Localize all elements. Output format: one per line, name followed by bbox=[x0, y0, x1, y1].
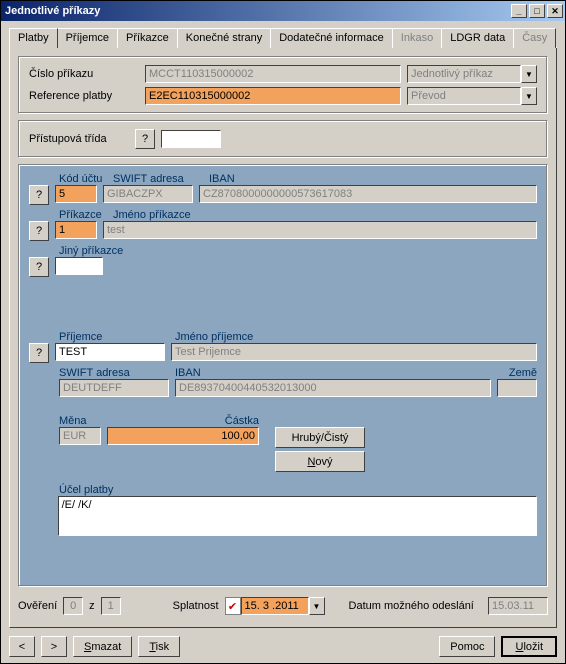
castka-field[interactable] bbox=[107, 427, 259, 445]
zeme-label: Země bbox=[509, 367, 537, 379]
tab-dodatecne[interactable]: Dodatečné informace bbox=[270, 28, 393, 48]
splatnost-picker[interactable]: ✔ 15. 3 .2011 ▼ bbox=[225, 597, 325, 615]
chevron-down-icon[interactable]: ▼ bbox=[521, 65, 537, 83]
tab-platby[interactable]: Platby bbox=[9, 28, 58, 48]
splatnost-label: Splatnost bbox=[173, 600, 219, 612]
iban2-field: DE89370400440532013000 bbox=[175, 379, 491, 397]
access-group: Přístupová třída ? bbox=[18, 120, 548, 158]
help-button-access[interactable]: ? bbox=[135, 129, 155, 149]
jmeno-prijemce-label: Jméno příjemce bbox=[175, 331, 253, 343]
typ-prikazu-value: Jednotlivý příkaz bbox=[407, 65, 521, 83]
tabstrip: Platby Příjemce Příkazce Konečné strany … bbox=[9, 27, 557, 48]
jiny-prikazce-field[interactable] bbox=[55, 257, 103, 275]
prikazce-field[interactable]: 1 bbox=[55, 221, 97, 239]
overeni-a: 0 bbox=[63, 597, 83, 615]
ucel-platby-field[interactable]: /E/ /K/ bbox=[58, 496, 537, 536]
pristupova-trida-label: Přístupová třída bbox=[29, 133, 129, 145]
mena-field: EUR bbox=[59, 427, 101, 445]
help-button-jiny-prikazce[interactable]: ? bbox=[29, 257, 49, 277]
titlebar: Jednotlivé příkazy _ □ ✕ bbox=[1, 1, 565, 21]
zeme-field bbox=[497, 379, 537, 397]
chevron-down-icon[interactable]: ▼ bbox=[521, 87, 537, 105]
novy-button[interactable]: Nový bbox=[275, 451, 365, 472]
check-icon: ✔ bbox=[228, 600, 237, 613]
reference-platby-label: Reference platby bbox=[29, 90, 139, 102]
prevod-value: Převod bbox=[407, 87, 521, 105]
close-button[interactable]: ✕ bbox=[547, 4, 563, 18]
window-title: Jednotlivé příkazy bbox=[5, 5, 509, 17]
prijemce-label: Příjemce bbox=[59, 331, 102, 343]
castka-label: Částka bbox=[225, 415, 259, 427]
tab-inkaso: Inkaso bbox=[392, 28, 442, 48]
help-button-prikazce[interactable]: ? bbox=[29, 221, 49, 241]
help-button-kod-uctu[interactable]: ? bbox=[29, 185, 49, 205]
header-group: Číslo příkazu MCCT110315000002 Jednotliv… bbox=[18, 56, 548, 114]
pristupova-trida-field[interactable] bbox=[161, 130, 221, 148]
datum-odeslani-label: Datum možného odeslání bbox=[349, 600, 474, 612]
maximize-button[interactable]: □ bbox=[529, 4, 545, 18]
help-button-prijemce[interactable]: ? bbox=[29, 343, 49, 363]
pomoc-button[interactable]: Pomoc bbox=[439, 636, 495, 657]
kod-uctu-field[interactable]: 5 bbox=[55, 185, 97, 203]
main-blue-group: Kód účtu SWIFT adresa IBAN ? 5 GIBACZPX … bbox=[18, 164, 548, 587]
iban2-label: IBAN bbox=[175, 367, 201, 379]
prijemce-field[interactable] bbox=[55, 343, 165, 361]
minimize-button[interactable]: _ bbox=[511, 4, 527, 18]
overeni-b: 1 bbox=[101, 597, 121, 615]
tab-ldgr[interactable]: LDGR data bbox=[441, 28, 514, 48]
jiny-prikazce-label: Jiný příkazce bbox=[59, 245, 123, 257]
mena-label: Měna bbox=[59, 415, 87, 427]
tab-konecne-strany[interactable]: Konečné strany bbox=[177, 28, 271, 48]
tab-prikazce[interactable]: Příkazce bbox=[117, 28, 178, 48]
smazat-button[interactable]: Smazat bbox=[73, 636, 132, 657]
cislo-prikazu-field: MCCT110315000002 bbox=[145, 65, 401, 83]
swift1-label: SWIFT adresa bbox=[113, 173, 184, 185]
tab-panel: Číslo příkazu MCCT110315000002 Jednotliv… bbox=[9, 48, 557, 628]
next-button[interactable]: > bbox=[41, 636, 67, 657]
tab-prijemce[interactable]: Příjemce bbox=[57, 28, 118, 48]
overeni-label: Ověření bbox=[18, 600, 57, 612]
prev-button[interactable]: < bbox=[9, 636, 35, 657]
swift2-field: DEUTDEFF bbox=[59, 379, 169, 397]
reference-platby-field[interactable] bbox=[145, 87, 401, 105]
prikazce-label: Příkazce bbox=[59, 209, 102, 221]
content: Platby Příjemce Příkazce Konečné strany … bbox=[1, 21, 565, 663]
hruby-cisty-button[interactable]: Hrubý/Čistý bbox=[275, 427, 365, 448]
swift2-label: SWIFT adresa bbox=[59, 367, 130, 379]
splatnost-value[interactable]: 15. 3 .2011 bbox=[241, 597, 309, 615]
window: Jednotlivé příkazy _ □ ✕ Platby Příjemce… bbox=[0, 0, 566, 664]
jmeno-prikazce-field: test bbox=[103, 221, 537, 239]
ulozit-button[interactable]: Uložit bbox=[501, 636, 557, 657]
iban1-field: CZ8708000000000573617083 bbox=[199, 185, 537, 203]
datum-odeslani-value: 15.03.11 bbox=[488, 597, 548, 615]
jmeno-prijemce-field: Test Prijemce bbox=[171, 343, 537, 361]
chevron-down-icon[interactable]: ▼ bbox=[309, 597, 325, 615]
kod-uctu-label: Kód účtu bbox=[59, 173, 102, 185]
tab-casy: Časy bbox=[513, 28, 556, 48]
typ-prikazu-combo[interactable]: Jednotlivý příkaz ▼ bbox=[407, 65, 537, 83]
overeni-z: z bbox=[89, 600, 95, 612]
prevod-combo[interactable]: Převod ▼ bbox=[407, 87, 537, 105]
swift1-field: GIBACZPX bbox=[103, 185, 193, 203]
tisk-button[interactable]: Tisk bbox=[138, 636, 180, 657]
cislo-prikazu-label: Číslo příkazu bbox=[29, 68, 139, 80]
ucel-platby-label: Účel platby bbox=[59, 484, 113, 496]
jmeno-prikazce-label: Jméno příkazce bbox=[113, 209, 191, 221]
iban1-label: IBAN bbox=[209, 173, 235, 185]
